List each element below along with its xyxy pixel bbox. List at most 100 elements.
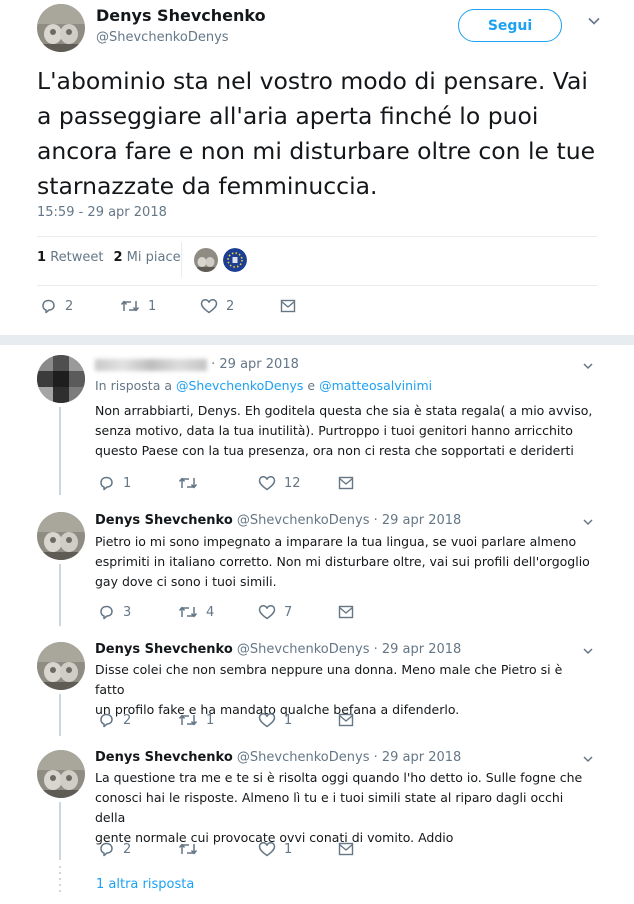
reply-button[interactable]: 2 (98, 841, 178, 857)
reply-count: 2 (123, 712, 132, 728)
tweet-stats: 1 Retweet 2 Mi piace (37, 250, 181, 265)
follow-button[interactable]: Segui (458, 9, 562, 42)
like-stat[interactable]: 2 Mi piace (113, 250, 180, 265)
reply-author-name[interactable]: Denys Shevchenko (95, 750, 233, 765)
chevron-down-icon[interactable] (587, 14, 601, 28)
like-button[interactable]: 7 (258, 604, 338, 620)
like-count: 1 (284, 841, 293, 857)
reply-icon (100, 605, 113, 620)
reply-count: 3 (123, 604, 132, 620)
reply-meta[interactable]: @ShevchenkoDenys · 29 apr 2018 (237, 513, 461, 528)
like-button[interactable]: 1 (258, 841, 338, 857)
retweet-button[interactable]: 1 (120, 298, 200, 314)
chevron-down-icon[interactable] (582, 645, 594, 657)
reply-avatar[interactable] (37, 355, 85, 403)
main-tweet: Denys Shevchenko @ShevchenkoDenys Segui … (0, 0, 634, 335)
direct-message-button[interactable] (338, 713, 354, 727)
like-count: 1 (284, 712, 293, 728)
show-more-replies-link[interactable]: 1 altra risposta (96, 877, 194, 892)
reply-meta[interactable]: @ShevchenkoDenys · 29 apr 2018 (237, 750, 461, 765)
retweet-count: 1 (148, 298, 157, 314)
reply-button[interactable]: 2 (40, 298, 120, 314)
reply-author-name[interactable]: Denys Shevchenko (95, 513, 233, 528)
retweet-count: 1 (206, 712, 215, 728)
reply-tweet[interactable]: · 29 apr 2018 In risposta a @ShevchenkoD… (0, 345, 634, 500)
retweet-icon (120, 300, 140, 312)
reply-author-name[interactable] (95, 358, 207, 371)
reply-actions: 2 1 1 (98, 712, 354, 728)
in-reply-to: In risposta a @ShevchenkoDenys e @matteo… (95, 378, 433, 393)
retweet-icon (178, 714, 198, 726)
tweet-actions: 2 1 2 (40, 298, 296, 314)
reply-header: Denys Shevchenko @ShevchenkoDenys · 29 a… (95, 513, 461, 528)
reply-header: · 29 apr 2018 (95, 357, 299, 372)
reply-count: 2 (65, 298, 74, 314)
reply-button[interactable]: 2 (98, 712, 178, 728)
tweet-text: L'abominio sta nel vostro modo di pensar… (37, 67, 596, 200)
like-count: 12 (284, 475, 301, 491)
reply-meta[interactable]: @ShevchenkoDenys · 29 apr 2018 (237, 642, 461, 657)
author-avatar[interactable] (37, 4, 85, 52)
reply-count: 2 (123, 841, 132, 857)
mention-link[interactable]: @ShevchenkoDenys (176, 378, 303, 393)
retweet-icon (178, 843, 198, 855)
message-icon (338, 605, 354, 619)
reply-tweet[interactable]: Denys Shevchenko @ShevchenkoDenys · 29 a… (0, 630, 634, 740)
reply-avatar[interactable] (37, 642, 85, 690)
like-icon (200, 299, 218, 314)
thread-line (59, 802, 61, 860)
thread-continuation-dots (59, 866, 61, 896)
author-handle[interactable]: @ShevchenkoDenys (96, 30, 229, 45)
retweet-count: 4 (206, 604, 215, 620)
reply-button[interactable]: 1 (98, 475, 178, 491)
section-separator (0, 335, 634, 345)
like-icon (258, 605, 276, 620)
chevron-down-icon[interactable] (582, 753, 594, 765)
chevron-down-icon[interactable] (582, 360, 594, 372)
chevron-down-icon[interactable] (582, 516, 594, 528)
author-name[interactable]: Denys Shevchenko (96, 6, 266, 25)
reply-author-name[interactable]: Denys Shevchenko (95, 642, 233, 657)
reply-header: Denys Shevchenko @ShevchenkoDenys · 29 a… (95, 750, 461, 765)
retweet-button[interactable] (178, 475, 258, 491)
reply-actions: 1 12 (98, 475, 354, 491)
reply-icon (42, 299, 55, 314)
retweet-button[interactable]: 4 (178, 604, 258, 620)
liker-avatar[interactable] (194, 248, 218, 272)
thread-line (59, 407, 61, 495)
reply-icon (100, 476, 113, 491)
direct-message-button[interactable] (280, 299, 296, 313)
like-count: 2 (226, 298, 235, 314)
thread-line (59, 564, 61, 626)
reply-button[interactable]: 3 (98, 604, 178, 620)
mention-link[interactable]: @matteosalvinimi (319, 378, 432, 393)
retweet-icon (178, 606, 198, 618)
like-button[interactable]: 12 (258, 475, 338, 491)
like-count: 7 (284, 604, 293, 620)
reply-icon (100, 713, 113, 728)
reply-text: Disse colei che non sembra neppure una d… (95, 662, 563, 717)
retweet-button[interactable] (178, 841, 258, 857)
like-button[interactable]: 2 (200, 298, 280, 314)
reply-text: Pietro io mi sono impegnato a imparare l… (95, 534, 590, 589)
direct-message-button[interactable] (338, 476, 354, 490)
reply-tweet[interactable]: Denys Shevchenko @ShevchenkoDenys · 29 a… (0, 500, 634, 630)
reply-meta[interactable]: · 29 apr 2018 (211, 357, 299, 372)
liker-avatar[interactable] (223, 248, 247, 272)
reply-avatar[interactable] (37, 512, 85, 560)
retweet-stat[interactable]: 1 Retweet (37, 250, 103, 265)
reply-actions: 3 4 7 (98, 604, 354, 620)
message-icon (338, 476, 354, 490)
retweet-button[interactable]: 1 (178, 712, 258, 728)
reply-tweet[interactable]: Denys Shevchenko @ShevchenkoDenys · 29 a… (0, 740, 634, 870)
reply-text: Non arrabbiarti, Denys. Eh goditela ques… (95, 403, 593, 458)
reply-count: 1 (123, 475, 132, 491)
divider (37, 236, 597, 237)
tweet-timestamp[interactable]: 15:59 - 29 apr 2018 (37, 205, 167, 220)
message-icon (280, 299, 296, 313)
reply-icon (100, 842, 113, 857)
reply-avatar[interactable] (37, 750, 85, 798)
direct-message-button[interactable] (338, 605, 354, 619)
like-button[interactable]: 1 (258, 712, 338, 728)
direct-message-button[interactable] (338, 842, 354, 856)
